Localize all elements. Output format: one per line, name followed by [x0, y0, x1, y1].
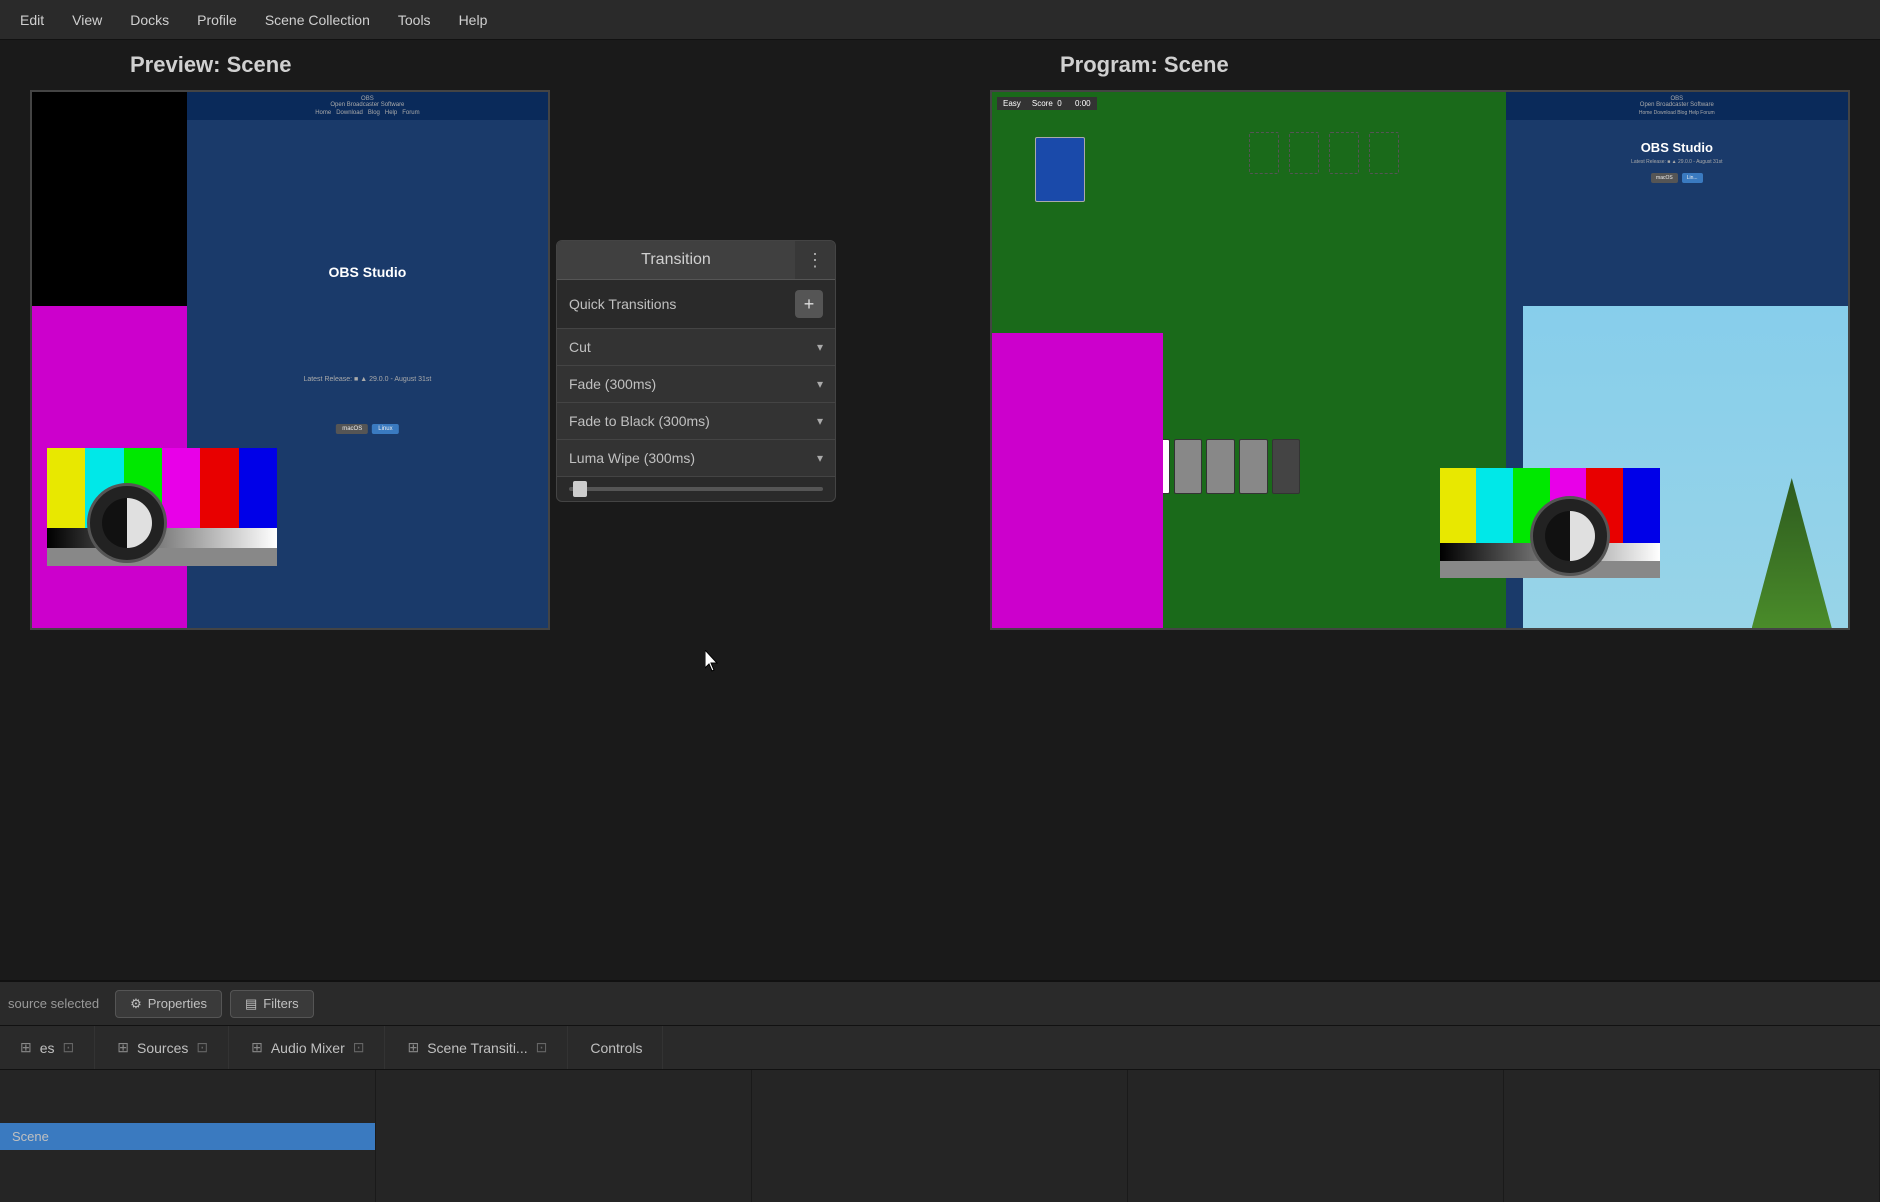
dock-area: source selected ⚙ Properties ▤ Filters ⊞…: [0, 980, 1880, 1200]
menu-view[interactable]: View: [60, 8, 114, 32]
transition-header: Transition ⋮: [557, 241, 835, 280]
program-label: Program: Scene: [1060, 52, 1229, 78]
scene-transitions-tab-icon: ⊞: [407, 1039, 419, 1056]
luma-wipe-dropdown[interactable]: Luma Wipe (300ms) ▾: [557, 440, 835, 477]
program-purple-bg: [992, 333, 1163, 628]
program-window: Easy Score 0 0:00 New Options Cards Game…: [990, 90, 1850, 630]
scenes-tab-icon: ⊞: [20, 1039, 32, 1056]
fade-to-black-label: Fade to Black (300ms): [569, 413, 710, 429]
scenes-panel: Scene: [0, 1070, 376, 1202]
source-selected-text: source selected: [8, 996, 99, 1011]
filters-button[interactable]: ▤ Filters: [230, 990, 314, 1018]
source-bar: source selected ⚙ Properties ▤ Filters: [0, 982, 1880, 1026]
scenes-tab-label: es: [40, 1040, 55, 1056]
scenes-tab-expand-icon[interactable]: ⊡: [63, 1039, 75, 1056]
dock-content: Scene: [0, 1070, 1880, 1202]
dock-tab-audio-mixer[interactable]: ⊞ Audio Mixer ⊡: [231, 1026, 385, 1069]
preview-label: Preview: Scene: [130, 52, 291, 78]
fade-to-black-arrow-icon: ▾: [817, 414, 823, 428]
sources-tab-icon: ⊞: [117, 1039, 129, 1056]
quick-transitions-row: Quick Transitions +: [557, 280, 835, 329]
fade-label: Fade (300ms): [569, 376, 656, 392]
filters-label: Filters: [263, 996, 298, 1011]
menu-tools[interactable]: Tools: [386, 8, 443, 32]
dock-tab-scenes[interactable]: ⊞ es ⊡: [0, 1026, 95, 1069]
add-quick-transition-button[interactable]: +: [795, 290, 823, 318]
menu-profile[interactable]: Profile: [185, 8, 249, 32]
audio-mixer-tab-label: Audio Mixer: [271, 1040, 345, 1056]
sources-tab-expand-icon[interactable]: ⊡: [196, 1039, 208, 1056]
program-score: Easy Score 0 0:00: [997, 97, 1097, 110]
luma-wipe-arrow-icon: ▾: [817, 451, 823, 465]
scene-transitions-tab-expand-icon[interactable]: ⊡: [536, 1039, 548, 1056]
properties-label: Properties: [148, 996, 207, 1011]
transition-button[interactable]: Transition: [557, 241, 795, 279]
transition-slider-row: [557, 477, 835, 501]
quick-transitions-label: Quick Transitions: [569, 296, 676, 312]
website-header: OBSOpen Broadcaster Software Home Downlo…: [187, 92, 548, 120]
main-area: Preview: Scene Program: Scene OBSOpen Br…: [0, 40, 1880, 1020]
cut-arrow-icon: ▾: [817, 340, 823, 354]
obs-title: OBS Studio: [329, 264, 407, 280]
audio-mixer-panel: [752, 1070, 1128, 1202]
cut-label: Cut: [569, 339, 591, 355]
audio-mixer-tab-icon: ⊞: [251, 1039, 263, 1056]
sources-tab-label: Sources: [137, 1040, 188, 1056]
cut-dropdown[interactable]: Cut ▾: [557, 329, 835, 366]
cursor: [705, 650, 721, 672]
menu-docks[interactable]: Docks: [118, 8, 181, 32]
preview-obs-logo: [87, 483, 167, 563]
dock-tab-controls[interactable]: Controls: [570, 1026, 663, 1069]
scene-transitions-panel: [1128, 1070, 1504, 1202]
sources-panel: [376, 1070, 752, 1202]
transition-more-options[interactable]: ⋮: [795, 242, 835, 279]
fade-to-black-dropdown[interactable]: Fade to Black (300ms) ▾: [557, 403, 835, 440]
gear-icon: ⚙: [130, 996, 142, 1012]
dock-tab-scene-transitions[interactable]: ⊞ Scene Transiti... ⊡: [387, 1026, 568, 1069]
fade-dropdown[interactable]: Fade (300ms) ▾: [557, 366, 835, 403]
filter-icon: ▤: [245, 996, 257, 1012]
program-obs-logo: [1530, 496, 1610, 576]
controls-panel: [1504, 1070, 1880, 1202]
preview-window: OBSOpen Broadcaster Software Home Downlo…: [30, 90, 550, 630]
transition-panel: Transition ⋮ Quick Transitions + Cut ▾ F…: [556, 240, 836, 502]
scenes-panel-item[interactable]: Scene: [0, 1123, 375, 1150]
transition-slider[interactable]: [569, 487, 823, 491]
transition-slider-thumb[interactable]: [573, 481, 587, 497]
luma-wipe-label: Luma Wipe (300ms): [569, 450, 695, 466]
properties-button[interactable]: ⚙ Properties: [115, 990, 222, 1018]
program-tree: [1752, 478, 1832, 628]
menu-edit[interactable]: Edit: [8, 8, 56, 32]
dock-tab-sources[interactable]: ⊞ Sources ⊡: [97, 1026, 229, 1069]
menu-help[interactable]: Help: [447, 8, 500, 32]
scene-transitions-tab-label: Scene Transiti...: [427, 1040, 527, 1056]
menu-scene-collection[interactable]: Scene Collection: [253, 8, 382, 32]
controls-tab-label: Controls: [590, 1040, 642, 1056]
fade-arrow-icon: ▾: [817, 377, 823, 391]
dock-tabs: ⊞ es ⊡ ⊞ Sources ⊡ ⊞ Audio Mixer ⊡ ⊞ Sce…: [0, 1026, 1880, 1070]
menu-bar: Edit View Docks Profile Scene Collection…: [0, 0, 1880, 40]
audio-mixer-tab-expand-icon[interactable]: ⊡: [353, 1039, 365, 1056]
